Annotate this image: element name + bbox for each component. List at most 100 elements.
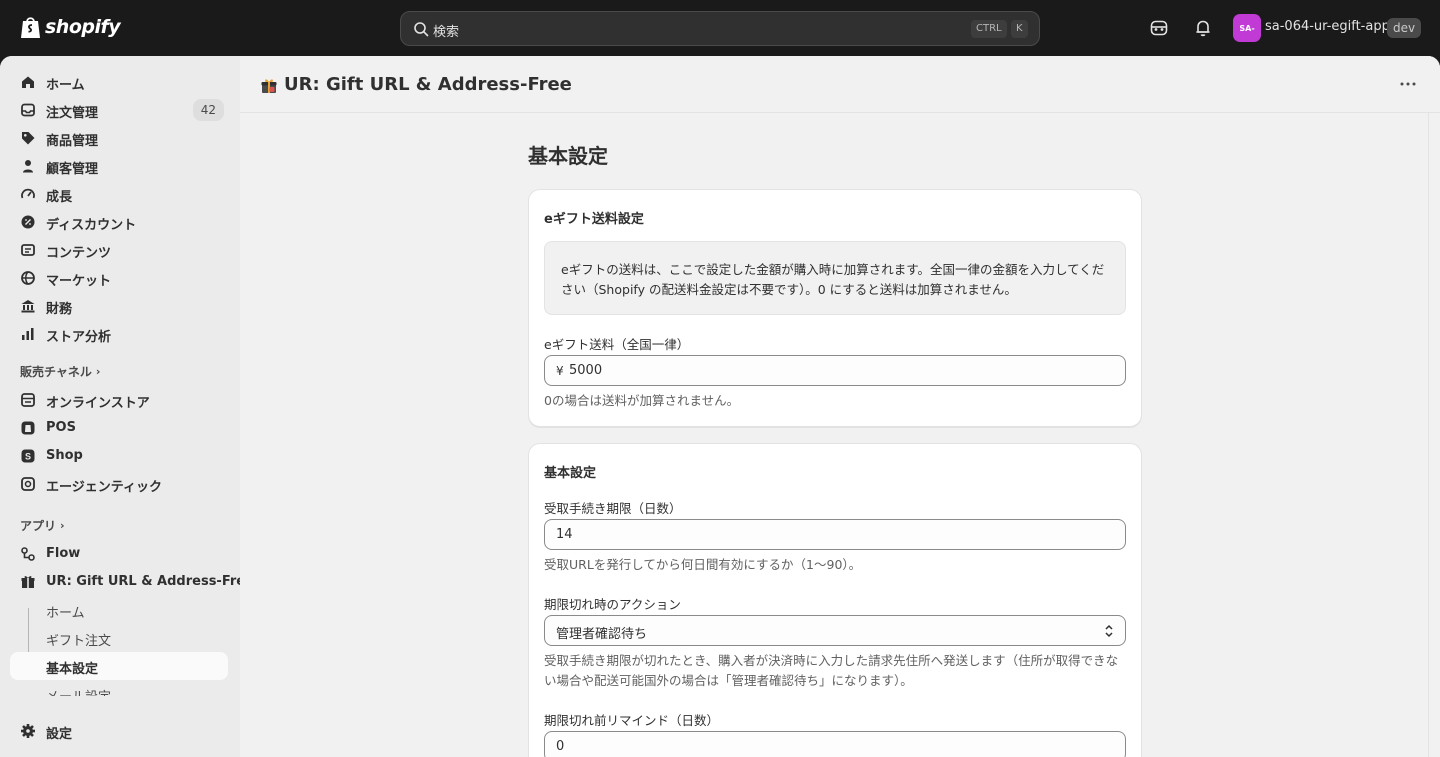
sidebar-item-label: 顧客管理 [46,162,99,177]
sidebar-item-label: UR: Gift URL & Address-Free [46,574,254,589]
search-bar[interactable]: 検索 CTRL K [400,11,1040,46]
sidebar-item-label: Shop [46,448,83,463]
gift-icon [21,576,35,588]
sales-channels-heading[interactable]: 販売チャネル › [20,363,100,380]
sidebar-item-flow[interactable]: Flow [10,540,228,568]
shopify-wordmark: shopify [45,16,121,38]
deadline-days-value: 14 [556,527,573,542]
sidebar-item-label: ストア分析 [46,330,112,345]
sidebar-item-settings[interactable]: 設定 [10,717,228,745]
deadline-days-help: 受取URLを発行してから何日間有効にするか（1〜90）。 [544,557,862,572]
sidebar-item-label: 注文管理 [46,106,99,121]
expiry-action-value: 管理者確認待ち [556,627,648,642]
sidebar-item-label: Flow [46,546,81,561]
bell-icon[interactable] [1193,18,1213,38]
sidebar-item-finance[interactable]: 財務 [10,292,228,320]
select-chevrons-icon [1105,624,1113,638]
sidebar-subitem-label: ホーム [46,606,85,621]
sidebar-item-customers[interactable]: 顧客管理 [10,152,228,180]
chart-icon [22,328,34,340]
shopify-bag-icon [21,17,40,38]
home-icon [22,76,34,88]
remind-days-label: 期限切れ前リマインド（日数） [544,713,720,728]
apps-heading[interactable]: アプリ › [20,517,65,534]
sidekick-icon[interactable] [1149,18,1169,38]
content-icon [21,244,35,256]
sidebar-item-label: エージェンティック [46,480,162,495]
shopify-logo[interactable]: shopify [20,15,121,39]
gift-app-icon [261,79,277,93]
shipping-fee-value: 5000 [569,363,603,378]
sidebar-item-orders[interactable]: 注文管理 42 [10,96,228,124]
flow-icon [21,547,35,561]
store-name[interactable]: sa-064-ur-egift-app [1265,19,1390,34]
shipping-fee-label: eギフト送料（全国一律） [544,337,690,352]
shortcut-ctrl-key: CTRL [971,20,1007,38]
search-input[interactable]: 検索 [433,21,459,40]
sidebar-item-growth[interactable]: 成長 [10,180,228,208]
sidebar-item-analytics[interactable]: ストア分析 [10,320,228,348]
sidebar-item-home[interactable]: ホーム [10,68,228,96]
sidebar-item-online-store[interactable]: オンラインストア [10,386,228,414]
sidebar-item-label: ディスカウント [46,218,137,233]
sidebar-item-shop[interactable]: S Shop [10,442,228,470]
sidebar-item-agentic[interactable]: エージェンティック [10,470,228,498]
shipping-settings-card: eギフト送料設定 eギフトの送料は、ここで設定した金額が購入時に加算されます。全… [528,189,1142,427]
sidebar-item-discounts[interactable]: ディスカウント [10,208,228,236]
expiry-action-select[interactable]: 管理者確認待ち [544,615,1126,646]
deadline-days-input[interactable]: 14 [544,519,1126,550]
top-bar: shopify 検索 CTRL K SA- sa-064-ur-egift-ap… [0,0,1440,56]
orders-count-badge: 42 [192,99,224,121]
sidebar-item-label: 財務 [46,302,73,317]
sidebar-subitem-gift-orders[interactable]: ギフト注文 [10,624,228,652]
shop-icon: S [21,449,35,463]
sidebar-item-label: POS [46,420,76,435]
agentic-icon [21,477,35,491]
main-content: UR: Gift URL & Address-Free 基本設定 eギフト送料設… [240,56,1440,757]
sidebar-item-label: 商品管理 [46,134,99,149]
avatar[interactable]: SA- [1233,14,1261,42]
app-header: UR: Gift URL & Address-Free [240,56,1440,113]
currency-prefix: ¥ [556,364,564,378]
shipping-fee-help: 0の場合は送料が加算されません。 [544,393,740,408]
discount-icon [21,215,35,229]
apps-label: アプリ [20,519,57,533]
sidebar-item-gift-app[interactable]: UR: Gift URL & Address-Free [10,568,254,596]
sidebar-subitem-label: 基本設定 [46,662,99,677]
shipping-info-text: eギフトの送料は、ここで設定した金額が購入時に加算されます。全国一律の金額を入力… [561,262,1105,297]
store-icon [21,393,35,407]
bank-icon [21,300,35,313]
avatar-initials: SA- [1239,23,1255,33]
remind-days-value: 0 [556,739,565,754]
admin-shell: ホーム 注文管理 42 商品管理 顧客管理 成長 ディスカウント コンテンツ マ… [0,56,1440,757]
sidebar-item-markets[interactable]: マーケット [10,264,228,292]
shipping-info-box: eギフトの送料は、ここで設定した金額が購入時に加算されます。全国一律の金額を入力… [544,241,1126,315]
sidebar-item-label: 設定 [46,727,73,742]
sidebar-item-label: 成長 [46,190,73,205]
globe-icon [21,271,35,285]
sidebar-subitem-basic-settings[interactable]: 基本設定 [10,652,228,680]
sidebar-item-label: マーケット [46,274,112,289]
person-icon [23,160,33,173]
sidebar-subitem-mail-settings[interactable]: メール設定 [10,680,228,696]
sidebar-item-label: コンテンツ [46,246,112,261]
sidebar-item-content[interactable]: コンテンツ [10,236,228,264]
shortcut-k-key: K [1011,20,1028,38]
gauge-icon [21,188,35,199]
orders-icon [21,103,35,117]
remind-days-input[interactable]: 0 [544,731,1126,757]
sidebar-subitem-home[interactable]: ホーム [10,596,228,624]
sidebar-item-products[interactable]: 商品管理 [10,124,228,152]
pos-icon [21,421,35,435]
app-title: UR: Gift URL & Address-Free [284,74,572,95]
tag-icon [22,132,35,145]
sidebar-item-pos[interactable]: POS [10,414,228,442]
deadline-days-label: 受取手続き期限（日数） [544,501,682,516]
shipping-card-title: eギフト送料設定 [544,212,644,227]
shipping-fee-input[interactable]: ¥ 5000 [544,355,1126,386]
sales-channels-label: 販売チャネル [20,365,92,379]
expiry-action-help: 受取手続き期限が切れたとき、購入者が決済時に入力した請求先住所へ発送します（住所… [544,653,1119,688]
basic-settings-card: 基本設定 受取手続き期限（日数） 14 受取URLを発行してから何日間有効にする… [528,443,1142,757]
more-actions-icon[interactable] [1400,80,1416,88]
scrollbar[interactable] [1428,113,1429,757]
